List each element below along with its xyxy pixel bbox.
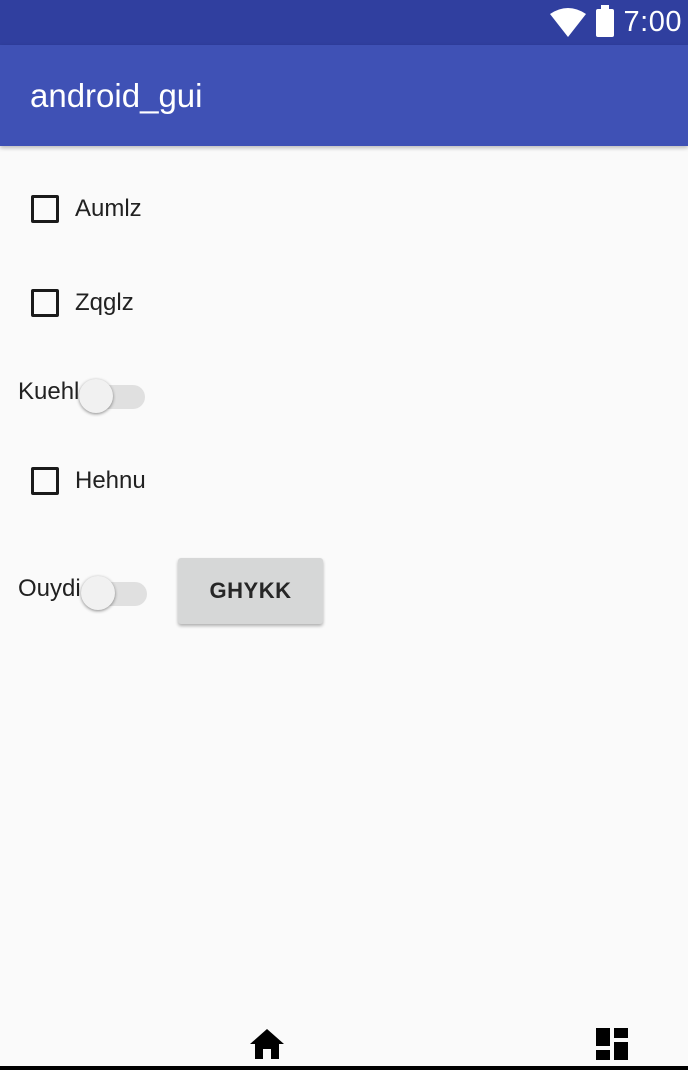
status-time: 7:00 — [623, 6, 682, 38]
checkbox-aumlz-row[interactable]: Aumlz — [31, 195, 142, 223]
checkbox-zqglz[interactable] — [31, 289, 59, 317]
dashboard-icon[interactable] — [596, 1028, 628, 1060]
switch-ouydi[interactable] — [80, 569, 147, 610]
checkbox-zqglz-label: Zqglz — [75, 289, 134, 316]
switch-kuehl-row[interactable]: Kuehl — [18, 372, 146, 413]
home-icon[interactable] — [249, 1028, 285, 1060]
status-bar: 7:00 — [0, 0, 688, 45]
switch-kuehl-label: Kuehl — [18, 378, 80, 405]
checkbox-aumlz[interactable] — [31, 195, 59, 223]
app-title: android_gui — [30, 77, 203, 114]
switch-thumb — [80, 576, 115, 610]
battery-icon — [595, 4, 614, 37]
app-bar: android_gui — [0, 45, 688, 146]
checkbox-hehnu-label: Hehnu — [75, 467, 146, 494]
switch-kuehl[interactable] — [79, 372, 146, 413]
checkbox-hehnu-row[interactable]: Hehnu — [31, 467, 146, 495]
nav-bar-divider — [0, 1066, 688, 1070]
nav-bar — [0, 1010, 688, 1070]
ghykk-button[interactable]: GHYKK — [178, 558, 323, 624]
checkbox-hehnu[interactable] — [31, 467, 59, 495]
checkbox-aumlz-label: Aumlz — [75, 195, 142, 222]
checkbox-zqglz-row[interactable]: Zqglz — [31, 289, 134, 317]
switch-ouydi-row[interactable]: Ouydi — [18, 569, 147, 610]
wifi-icon — [549, 7, 586, 37]
status-icons: 7:00 — [549, 0, 682, 45]
switch-ouydi-label: Ouydi — [18, 575, 81, 602]
